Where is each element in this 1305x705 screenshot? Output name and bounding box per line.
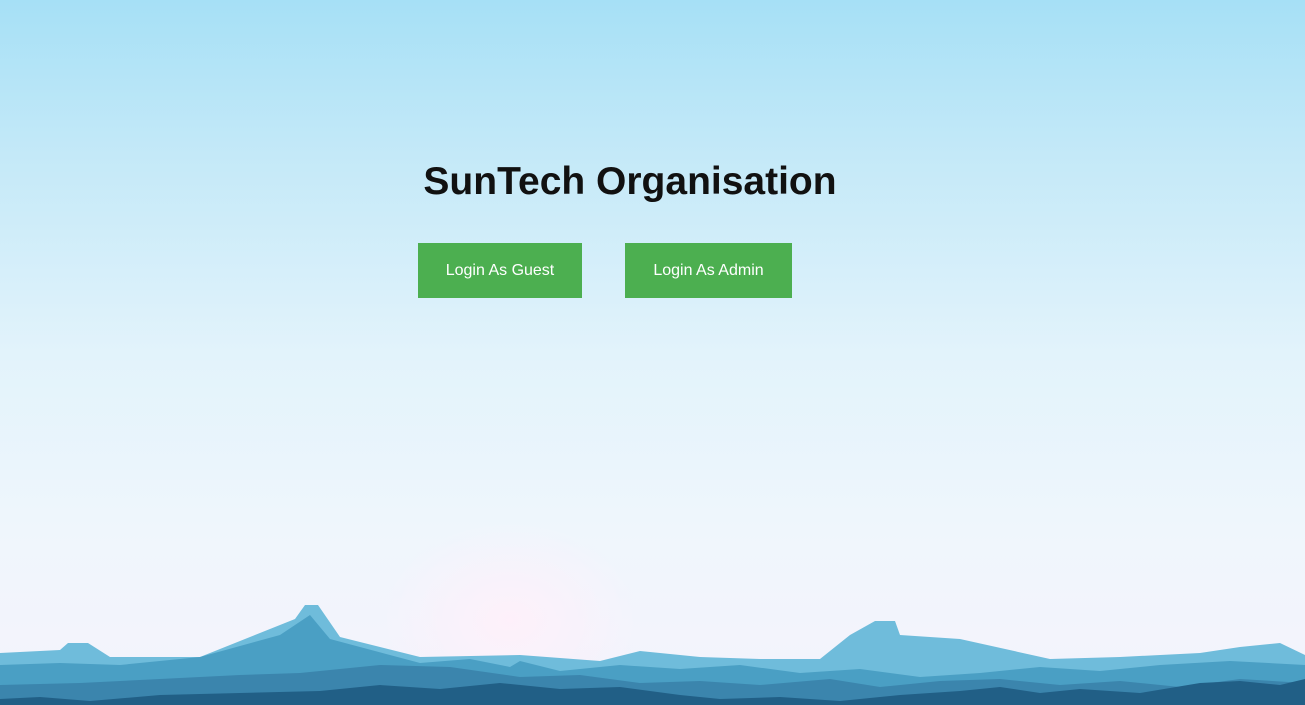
page-title: SunTech Organisation <box>423 160 837 203</box>
login-as-guest-button[interactable]: Login As Guest <box>418 243 582 298</box>
login-as-admin-button[interactable]: Login As Admin <box>625 243 792 298</box>
mountain-landscape <box>0 605 1305 705</box>
